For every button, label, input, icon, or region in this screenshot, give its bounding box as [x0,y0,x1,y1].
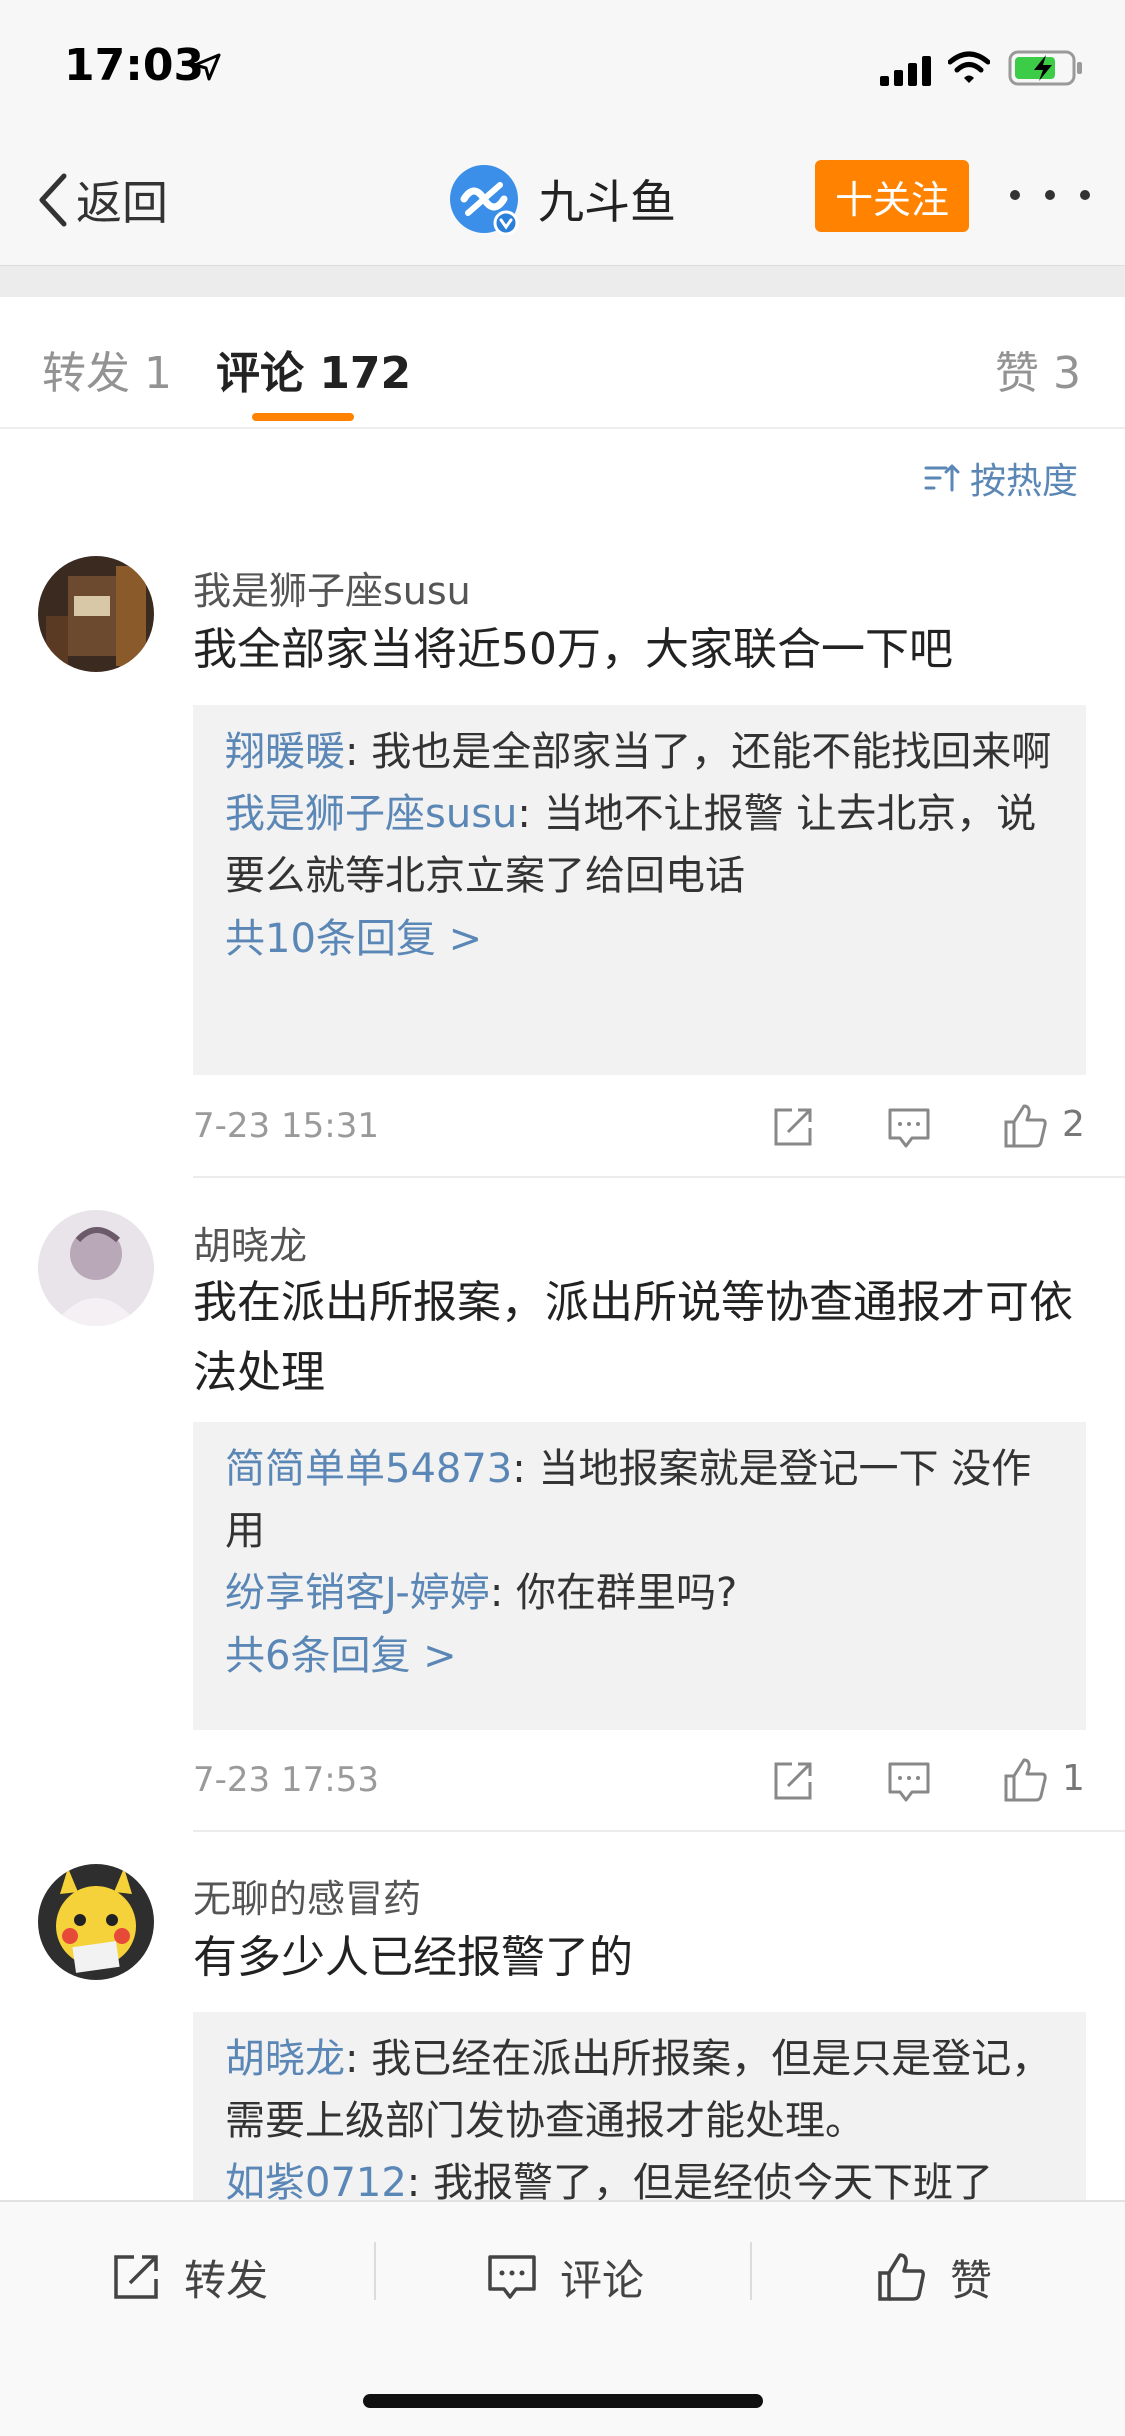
divider [193,1830,1125,1832]
active-tab-indicator [252,413,354,421]
like-icon[interactable] [1002,1756,1050,1804]
reply-item: 胡晓龙: 我已经在派出所报案，但是只是登记，需要上级部门发协查通报才能处理。 [225,2028,1056,2152]
more-options-icon[interactable] [1010,183,1090,207]
repost-button[interactable]: 转发 [110,2242,268,2312]
status-time: 17:03 [64,40,205,91]
like-button[interactable]: 赞 [876,2242,992,2312]
reply-username[interactable]: 如紫0712 [225,2160,407,2200]
comment-username[interactable]: 我是狮子座susu [193,560,471,615]
reply-username[interactable]: 胡晓龙 [225,2036,345,2082]
reply-item: 翔暖暖: 我也是全部家当了，还能不能找回来啊 [225,721,1056,783]
comment-actions: 2 [770,1104,1090,1154]
home-indicator[interactable] [363,2394,763,2408]
comment-actions: 1 [770,1758,1090,1808]
back-label: 返回 [76,176,168,230]
account-logo-icon [450,165,519,235]
comment-time: 7-23 17:53 [193,1760,379,1800]
reply-item: 如紫0712: 我报警了，但是经侦今天下班了 [225,2152,1056,2200]
sort-icon [924,464,960,492]
reply-item: 纷享销客J-婷婷: 你在群里吗? [225,1562,1056,1624]
like-count: 2 [1062,1104,1085,1145]
cellular-signal-icon [880,56,931,86]
reply-preview[interactable]: 简简单单54873: 当地报案就是登记一下 没作用 纷享销客J-婷婷: 你在群里… [193,1422,1086,1730]
comment-icon[interactable] [886,1760,932,1804]
reply-text: : 我已经在派出所报案，但是只是登记，需要上级部门发协查通报才能处理。 [225,2036,1052,2144]
comment-text: 我在派出所报案，派出所说等协查通报才可依法处理 [193,1277,1073,1398]
reply-text: : 我也是全部家当了，还能不能找回来啊 [345,729,1052,775]
reply-item: 简简单单54873: 当地报案就是登记一下 没作用 [225,1438,1056,1562]
account-name: 九斗鱼 [538,175,676,229]
tab-comment[interactable]: 评论 172 [216,337,411,401]
like-label: 赞 [950,2255,993,2305]
tab-like[interactable]: 赞 3 [995,337,1081,401]
reply-username[interactable]: 我是狮子座susu [225,791,517,837]
account-header[interactable]: 九斗鱼 [448,163,676,235]
avatar[interactable] [38,556,154,672]
share-icon[interactable] [770,1104,816,1150]
reply-username[interactable]: 纷享销客J-婷婷 [225,1570,490,1616]
comment-label: 评论 [560,2255,645,2305]
tab-repost[interactable]: 转发 1 [42,337,172,401]
sort-label: 按热度 [970,461,1079,502]
like-icon[interactable] [1002,1102,1050,1150]
back-button[interactable]: 返回 [32,165,168,235]
comment-time: 7-23 15:31 [193,1106,379,1146]
comment-username[interactable]: 无聊的感冒药 [193,1868,421,1923]
comment-text: 我全部家当将近50万，大家联合一下吧 [193,624,953,675]
wifi-icon [948,51,990,83]
toolbar-separator [750,2242,752,2300]
chevron-left-icon [39,173,67,227]
toolbar-separator [374,2242,376,2300]
reply-username[interactable]: 翔暖暖 [225,729,345,775]
reply-text: : 你在群里吗? [489,1570,738,1616]
comment-icon[interactable] [886,1106,932,1150]
sort-by-heat-button[interactable]: 按热度 [924,452,1078,504]
nav-bar: 返回 九斗鱼 十关注 [0,135,1125,265]
comment-text: 有多少人已经报警了的 [193,1932,633,1983]
reply-preview[interactable]: 胡晓龙: 我已经在派出所报案，但是只是登记，需要上级部门发协查通报才能处理。 如… [193,2012,1086,2200]
comment-username[interactable]: 胡晓龙 [193,1215,307,1270]
reply-username[interactable]: 简简单单54873 [225,1446,512,1492]
repost-label: 转发 [184,2255,269,2305]
view-all-replies-link[interactable]: 共10条回复 > [225,907,1056,971]
comment-icon [488,2255,536,2299]
share-icon[interactable] [770,1758,816,1804]
avatar[interactable] [38,1210,154,1326]
reply-text: : 我报警了，但是经侦今天下班了 [406,2160,993,2200]
view-all-replies-link[interactable]: 共6条回复 > [225,1624,1056,1688]
divider [193,1176,1125,1178]
section-gap [0,265,1125,297]
status-bar: 17:03 [0,0,1125,135]
location-arrow-icon [193,53,221,81]
tab-bar: 转发 1 评论 172 赞 3 [0,297,1125,429]
follow-button[interactable]: 十关注 [815,160,969,232]
battery-charging-icon [1008,50,1082,86]
repost-icon [114,2255,158,2299]
reply-item: 我是狮子座susu: 当地不让报警 让去北京，说要么就等北京立案了给回电话 [225,783,1056,907]
comment-button[interactable]: 评论 [486,2242,644,2312]
reply-preview[interactable]: 翔暖暖: 我也是全部家当了，还能不能找回来啊 我是狮子座susu: 当地不让报警… [193,705,1086,1075]
avatar[interactable] [38,1864,154,1980]
like-count: 1 [1062,1758,1085,1799]
like-icon [878,2253,925,2301]
